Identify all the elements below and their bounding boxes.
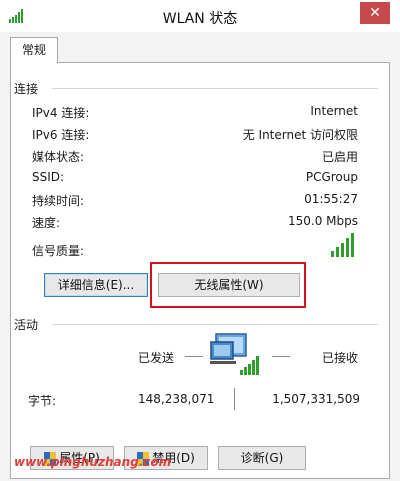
ipv4-value: Internet: [310, 104, 358, 118]
ipv6-value: 无 Internet 访问权限: [242, 128, 358, 142]
title-bar[interactable]: WLAN 状态 ✕: [0, 0, 400, 32]
media-state-row: 媒体状态: 已启用: [32, 148, 358, 166]
wlan-status-dialog: WLAN 状态 ✕ 常规 连接 IPv4 连接: Internet IPv6 连…: [0, 0, 400, 481]
speed-label: 速度:: [32, 216, 61, 230]
duration-row: 持续时间: 01:55:27: [32, 192, 358, 210]
sent-label: 已发送: [138, 351, 175, 365]
sent-dash: [185, 356, 203, 357]
signal-quality-row: 信号质量:: [32, 233, 358, 260]
speed-row: 速度: 150.0 Mbps: [32, 214, 358, 232]
network-computer-icon: [210, 333, 259, 375]
tab-general[interactable]: 常规: [10, 37, 58, 63]
ipv6-label: IPv6 连接:: [32, 128, 90, 142]
connection-section-title: 连接: [14, 82, 39, 96]
media-state-label: 媒体状态:: [32, 150, 85, 164]
watermark-text: www.pinghuzhang.com: [14, 455, 172, 469]
highlight-annotation: [150, 262, 306, 308]
bytes-received-value: 1,507,331,509: [272, 392, 360, 406]
signal-strength-icon: [331, 233, 354, 257]
ipv4-label: IPv4 连接:: [32, 106, 90, 120]
media-state-value: 已启用: [321, 150, 358, 164]
diagnose-button[interactable]: 诊断(G): [218, 446, 306, 470]
close-button[interactable]: ✕: [360, 2, 390, 24]
activity-divider: [52, 324, 378, 325]
ssid-value: PCGroup: [305, 170, 358, 184]
speed-value: 150.0 Mbps: [287, 214, 358, 228]
bytes-separator: [234, 388, 235, 410]
ipv4-row: IPv4 连接: Internet: [32, 104, 358, 122]
duration-label: 持续时间:: [32, 194, 85, 208]
signal-quality-label: 信号质量:: [32, 244, 85, 258]
bytes-label: 字节:: [28, 394, 57, 408]
window-title: WLAN 状态: [162, 11, 238, 27]
received-label: 已接收: [322, 351, 359, 365]
ipv6-row: IPv6 连接: 无 Internet 访问权限: [32, 126, 358, 144]
duration-value: 01:55:27: [304, 192, 358, 206]
close-icon: ✕: [369, 5, 381, 21]
connection-divider: [52, 88, 378, 89]
activity-section-title: 活动: [14, 318, 39, 332]
ssid-label: SSID:: [32, 170, 65, 184]
details-button[interactable]: 详细信息(E)...: [44, 273, 148, 297]
received-dash: [272, 356, 290, 357]
ssid-row: SSID: PCGroup: [32, 170, 358, 188]
bytes-sent-value: 148,238,071: [138, 392, 215, 406]
